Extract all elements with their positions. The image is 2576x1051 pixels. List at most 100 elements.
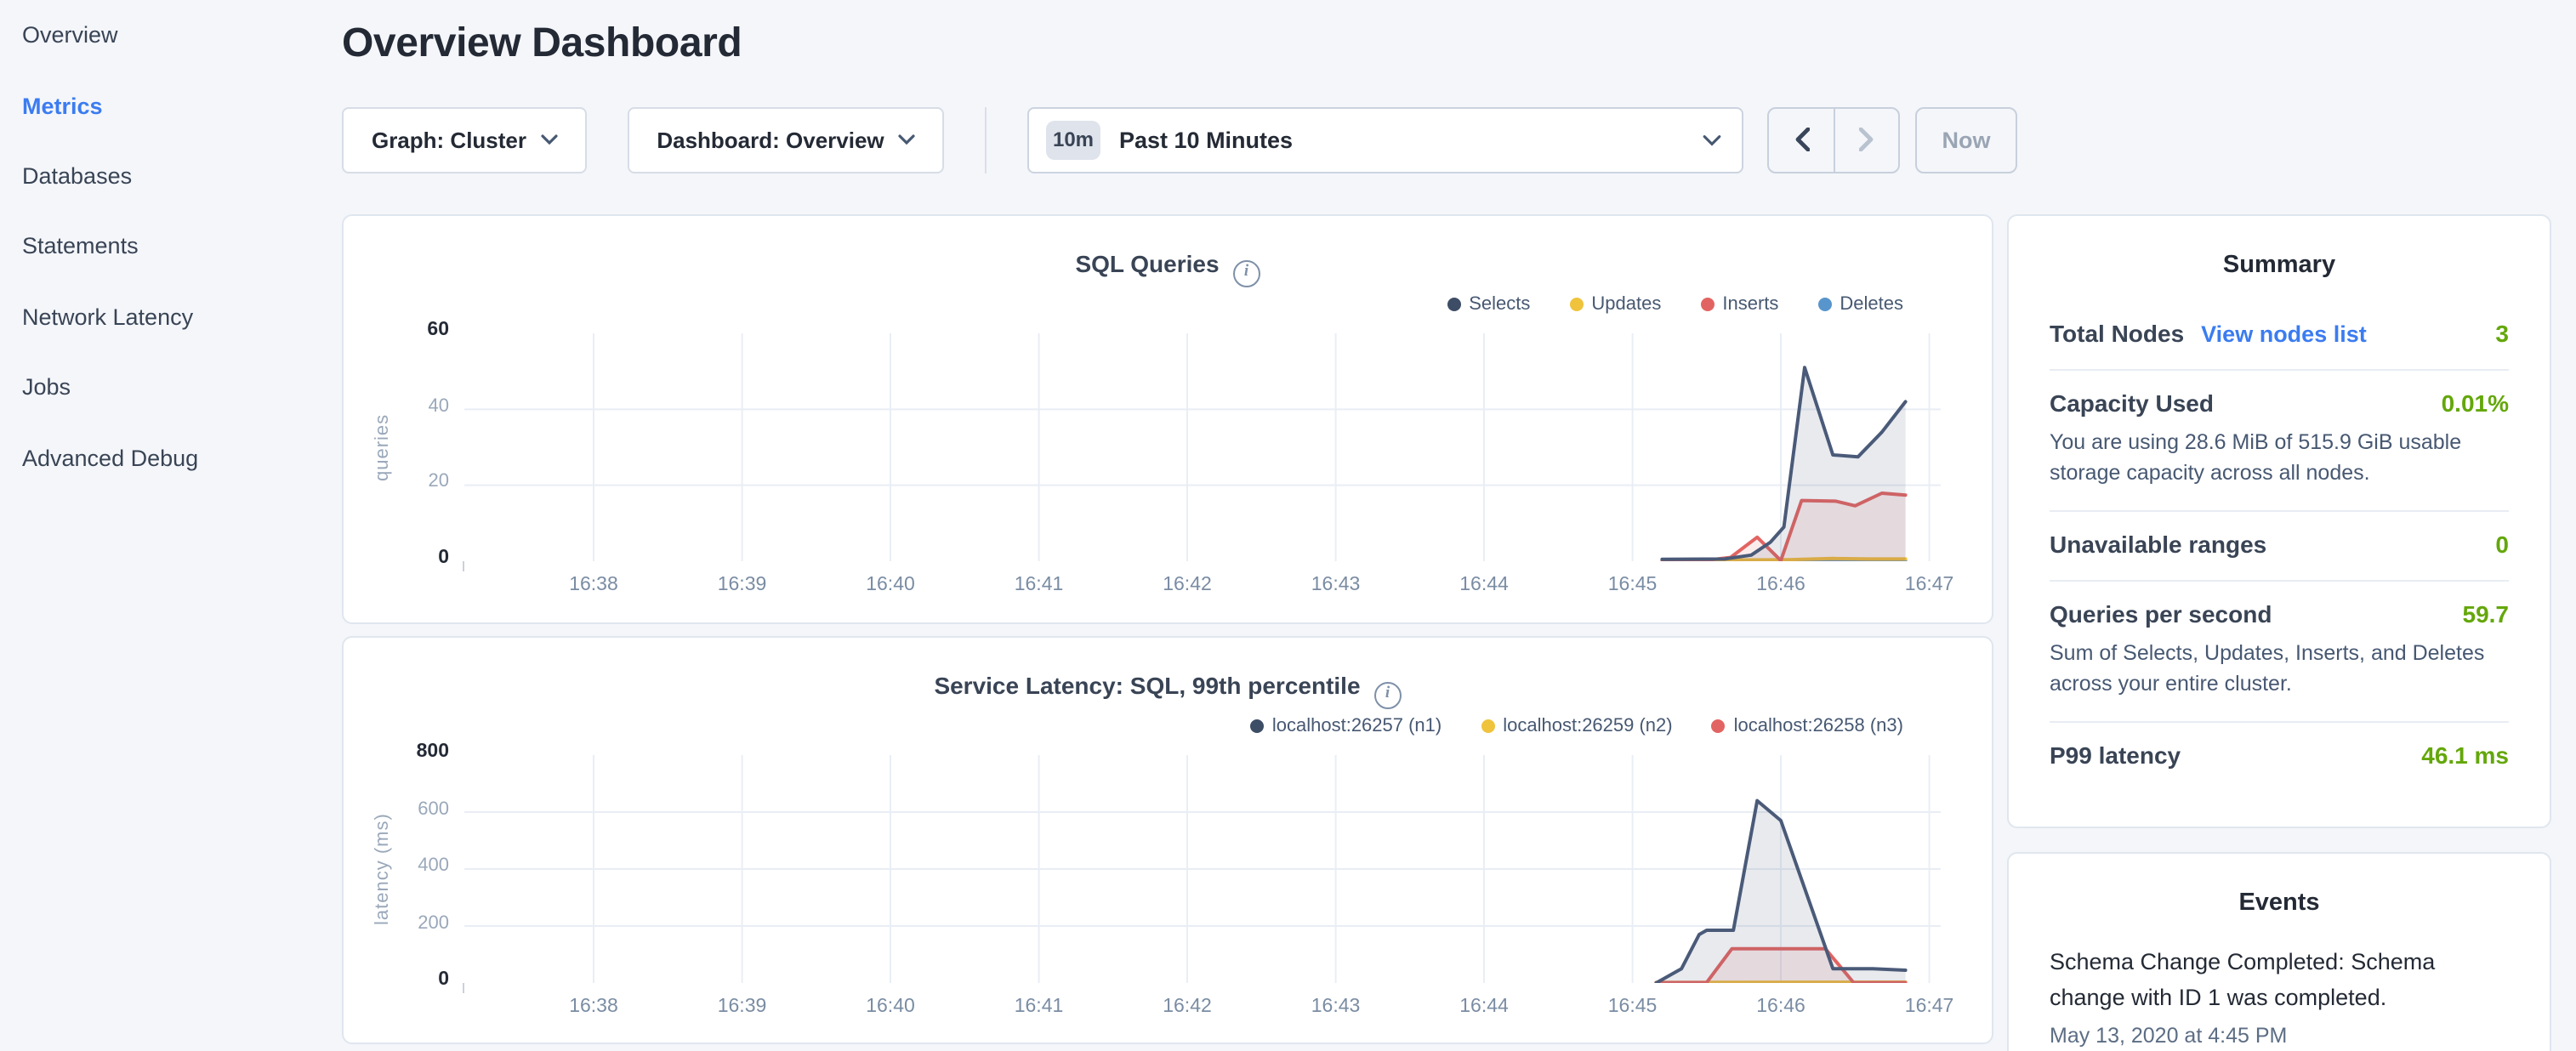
legend-label: Updates <box>1591 294 1661 315</box>
legend-item-localhost-26257-n1[interactable]: localhost:26257 (n1) <box>1250 716 1442 736</box>
time-range-picker[interactable]: 10m Past 10 Minutes <box>1027 107 1743 173</box>
view-nodes-list-link[interactable]: View nodes list <box>2201 321 2367 347</box>
legend-dot-icon <box>1700 298 1714 311</box>
stat-label: Total Nodes <box>2050 320 2184 347</box>
x-tick-label: 16:47 <box>1862 997 1998 1017</box>
legend-item-inserts[interactable]: Inserts <box>1700 294 1778 315</box>
time-range-label: Past 10 Minutes <box>1119 128 1293 153</box>
y-axis-label: queries <box>371 333 395 561</box>
stat-value: 0 <box>2495 531 2509 558</box>
x-tick-label: 16:40 <box>822 575 958 595</box>
x-tick-label: 16:41 <box>971 997 1107 1017</box>
controls-divider <box>985 107 987 173</box>
legend-item-updates[interactable]: Updates <box>1569 294 1661 315</box>
events-list: Schema Change Completed: Schema change w… <box>2050 944 2509 1048</box>
y-tick-label: 60 <box>344 320 449 340</box>
page-title: Overview Dashboard <box>342 19 742 70</box>
sidebar-item-overview[interactable]: Overview <box>22 0 342 71</box>
sidebar-nav-list: OverviewMetricsDatabasesStatementsNetwor… <box>0 0 342 492</box>
series-area-localhost-26257-n1 <box>1656 801 1905 983</box>
time-prev-button[interactable] <box>1769 109 1834 171</box>
event-timestamp: May 13, 2020 at 4:45 PM <box>2050 1024 2509 1048</box>
chart-legend: Selects Updates Inserts Deletes <box>1447 294 1903 315</box>
time-next-button[interactable] <box>1834 109 1898 171</box>
chart-legend: localhost:26257 (n1) localhost:26259 (n2)… <box>1250 716 1903 736</box>
legend-label: Deletes <box>1840 294 1903 315</box>
x-tick-label: 16:45 <box>1565 997 1701 1017</box>
chart-title: Service Latency: SQL, 99th percentile <box>934 672 1360 699</box>
legend-dot-icon <box>1569 298 1583 311</box>
y-axis-zero-tick <box>463 561 464 571</box>
legend-item-localhost-26259-n2[interactable]: localhost:26259 (n2) <box>1481 716 1672 736</box>
chart-title-row: SQL Queries i <box>344 250 1992 287</box>
legend-dot-icon <box>1447 298 1460 311</box>
stat-label: Queries per second <box>2050 600 2272 628</box>
x-tick-label: 16:46 <box>1713 997 1849 1017</box>
events-panel: Events Schema Change Completed: Schema c… <box>2007 852 2551 1051</box>
summary-stat-queries-per-second: Queries per second59.7Sum of Selects, Up… <box>2050 582 2509 723</box>
chevron-right-icon <box>1859 128 1874 152</box>
stat-row-header: Unavailable ranges 0 <box>2050 531 2509 558</box>
x-tick-label: 16:38 <box>526 997 662 1017</box>
stat-value: 46.1 ms <box>2421 741 2509 769</box>
info-icon[interactable]: i <box>1233 260 1260 287</box>
x-tick-label: 16:47 <box>1862 575 1998 595</box>
sidebar-item-databases[interactable]: Databases <box>22 141 342 212</box>
graph-dropdown-label: Graph: Cluster <box>372 128 526 153</box>
legend-item-deletes[interactable]: Deletes <box>1817 294 1903 315</box>
sidebar-item-network-latency[interactable]: Network Latency <box>22 281 342 352</box>
chevron-down-icon <box>898 135 915 145</box>
now-button[interactable]: Now <box>1915 107 2017 173</box>
stat-value: 59.7 <box>2463 600 2510 628</box>
chart-plot-area <box>464 333 1941 561</box>
y-tick-label: 200 <box>344 912 449 933</box>
legend-label: localhost:26257 (n1) <box>1272 716 1442 736</box>
legend-item-localhost-26258-n3[interactable]: localhost:26258 (n3) <box>1712 716 1903 736</box>
stat-label: Capacity Used <box>2050 389 2214 417</box>
summary-stat-unavailable-ranges: Unavailable ranges 0 <box>2050 512 2509 582</box>
legend-label: Selects <box>1469 294 1530 315</box>
controls-bar: Graph: Cluster Dashboard: Overview 10m P… <box>342 107 2017 173</box>
x-tick-label: 16:43 <box>1268 575 1404 595</box>
summary-stat-p99-latency: P99 latency 46.1 ms <box>2050 723 2509 791</box>
legend-dot-icon <box>1817 298 1831 311</box>
legend-dot-icon <box>1250 719 1264 733</box>
chevron-left-icon <box>1794 128 1809 152</box>
legend-dot-icon <box>1481 719 1494 733</box>
dashboard-dropdown[interactable]: Dashboard: Overview <box>628 107 944 173</box>
event-text: Schema Change Completed: Schema change w… <box>2050 944 2509 1015</box>
chart-title-row: Service Latency: SQL, 99th percentile i <box>344 672 1992 709</box>
stat-label: Unavailable ranges <box>2050 531 2266 558</box>
x-tick-label: 16:40 <box>822 997 958 1017</box>
y-tick-label: 600 <box>344 798 449 819</box>
graph-dropdown[interactable]: Graph: Cluster <box>342 107 587 173</box>
chevron-down-icon <box>540 135 557 145</box>
x-tick-label: 16:42 <box>1119 575 1255 595</box>
sidebar-item-advanced-debug[interactable]: Advanced Debug <box>22 423 342 493</box>
sidebar-item-jobs[interactable]: Jobs <box>22 352 342 423</box>
x-tick-label: 16:45 <box>1565 575 1701 595</box>
sidebar-item-statements[interactable]: Statements <box>22 211 342 281</box>
stat-row-header: Total NodesView nodes list3 <box>2050 320 2509 347</box>
legend-item-selects[interactable]: Selects <box>1447 294 1530 315</box>
time-step-button-group <box>1767 107 1900 173</box>
summary-stat-capacity-used: Capacity Used0.01% You are using 28.6 MiB… <box>2050 371 2509 512</box>
y-tick-label: 0 <box>344 548 449 568</box>
info-icon[interactable]: i <box>1374 682 1402 709</box>
stat-label: P99 latency <box>2050 741 2181 769</box>
sidebar: OverviewMetricsDatabasesStatementsNetwor… <box>0 0 342 1051</box>
chart-card-service-latency: Service Latency: SQL, 99th percentile i l… <box>342 636 1993 1043</box>
x-tick-label: 16:38 <box>526 575 662 595</box>
sidebar-item-metrics[interactable]: Metrics <box>22 71 342 141</box>
summary-stats: Total NodesView nodes list3Capacity Used… <box>2050 301 2509 791</box>
chevron-down-icon <box>1703 134 1721 146</box>
chart-title: SQL Queries <box>1075 250 1219 277</box>
chart-plot-area <box>464 755 1941 983</box>
stat-description: You are using 28.6 MiB of 515.9 GiB usab… <box>2050 429 2509 488</box>
x-tick-label: 16:44 <box>1416 575 1552 595</box>
stat-row-header: Queries per second 59.7 <box>2050 600 2509 628</box>
stat-row-header: Capacity Used0.01% <box>2050 389 2509 417</box>
x-tick-label: 16:42 <box>1119 997 1255 1017</box>
legend-label: Inserts <box>1722 294 1778 315</box>
x-tick-label: 16:46 <box>1713 575 1849 595</box>
